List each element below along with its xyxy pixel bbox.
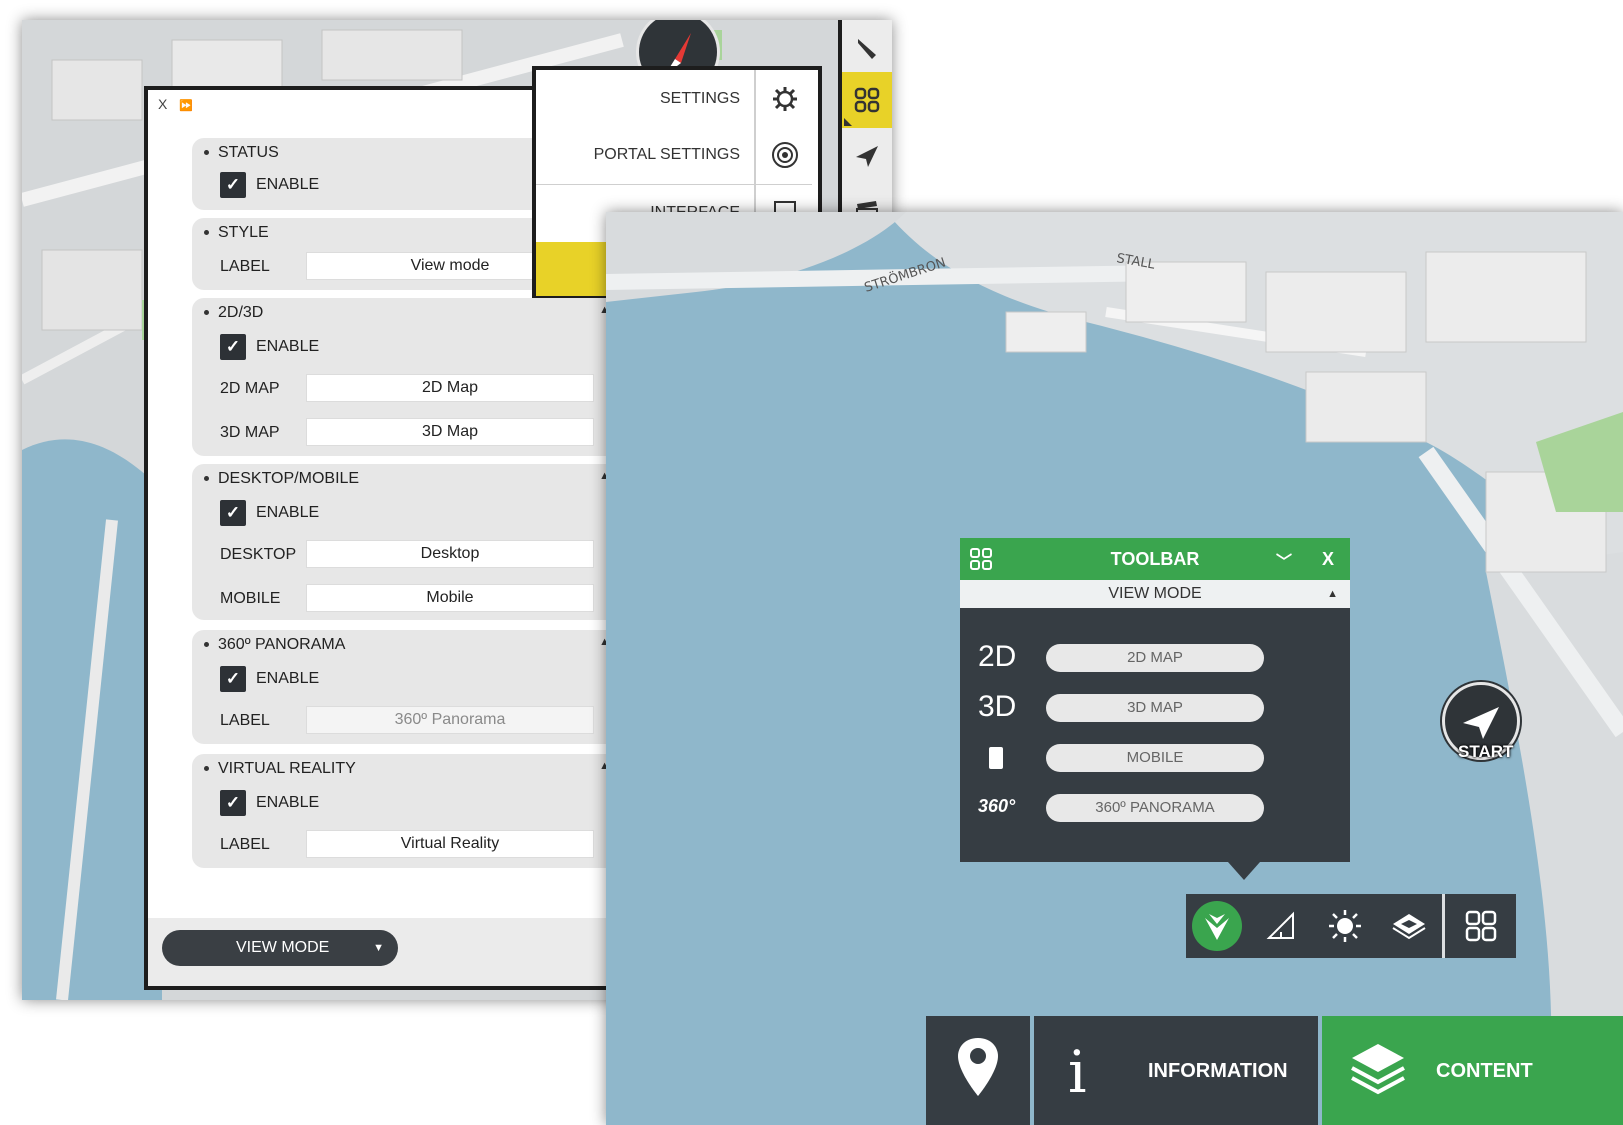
content-button[interactable]: CONTENT — [1322, 1016, 1623, 1125]
field-label: DESKTOP — [220, 546, 297, 563]
field-label: LABEL — [220, 836, 270, 853]
desktop-mobile-enable-checkbox[interactable]: ✓ — [220, 500, 246, 526]
field-label: LABEL — [220, 712, 270, 729]
send-icon[interactable] — [842, 128, 892, 184]
popover-notch — [1228, 862, 1260, 880]
checkbox-label: ENABLE — [256, 794, 320, 811]
target-icon[interactable] — [758, 128, 812, 182]
section-2d3d: 2D/3D ▲ ✓ ENABLE 2D MAP 2D Map 3D MAP 3D… — [192, 298, 622, 456]
2d3d-enable-checkbox[interactable]: ✓ — [220, 334, 246, 360]
location-button[interactable] — [926, 1016, 1030, 1125]
dropdown-arrow-icon: ▼ — [373, 942, 384, 954]
information-button[interactable]: i INFORMATION — [1034, 1016, 1318, 1125]
content-label: CONTENT — [1436, 1060, 1533, 1082]
menu-item-portal-settings[interactable]: PORTAL SETTINGS — [536, 128, 754, 182]
mobile-field[interactable]: Mobile — [306, 584, 594, 612]
view-mode-icon[interactable] — [1186, 894, 1248, 958]
checkbox-label: ENABLE — [256, 338, 320, 355]
right-screenshot: STRÖMBRON STALL START TOOLBAR ﹀ X VIEW M… — [606, 212, 1623, 1125]
collapse-icon[interactable]: ⏩ — [179, 100, 197, 112]
grid-icon[interactable] — [1450, 894, 1512, 958]
section-title: DESKTOP/MOBILE — [204, 470, 359, 488]
section-title: VIRTUAL REALITY — [204, 760, 356, 778]
360-icon: 360° — [978, 796, 1016, 816]
gear-icon[interactable] — [758, 72, 812, 126]
toolbar-body: 2D 2D MAP 3D 3D MAP MOBILE 360° 360º PAN… — [960, 608, 1350, 862]
info-icon: i — [1068, 1038, 1087, 1106]
toolbar-header: TOOLBAR ﹀ X — [960, 538, 1350, 580]
section-title: STYLE — [204, 224, 269, 242]
status-enable-checkbox[interactable]: ✓ — [220, 172, 246, 198]
toolbar-window: TOOLBAR ﹀ X VIEW MODE ▲ 2D 2D MAP 3D 3D … — [960, 538, 1350, 880]
view-mode-label: VIEW MODE — [236, 939, 330, 956]
3d-map-button[interactable]: 3D MAP — [1046, 694, 1264, 722]
field-label: MOBILE — [220, 590, 281, 607]
pen-icon[interactable] — [842, 20, 892, 76]
field-label: LABEL — [220, 258, 270, 275]
measure-icon[interactable] — [1250, 894, 1312, 958]
vr-label-field[interactable]: Virtual Reality — [306, 830, 594, 858]
section-vr: VIRTUAL REALITY ▲ ✓ ENABLE LABEL Virtual… — [192, 754, 622, 868]
menu-item-settings[interactable]: SETTINGS — [536, 72, 754, 126]
minimize-button[interactable]: ﹀ — [1276, 548, 1292, 572]
2d-icon: 2D — [978, 640, 1017, 673]
2d-map-field[interactable]: 2D Map — [306, 374, 594, 402]
grid-icon[interactable] — [842, 72, 892, 128]
field-label: 2D MAP — [220, 380, 280, 397]
mobile-button[interactable]: MOBILE — [1046, 744, 1264, 772]
vr-enable-checkbox[interactable]: ✓ — [220, 790, 246, 816]
location-pin-icon — [958, 1038, 998, 1096]
start-label: START — [1458, 742, 1514, 761]
bottom-bar: i INFORMATION CONTENT — [926, 1016, 1623, 1125]
view-mode-dropdown[interactable]: VIEW MODE ▼ — [162, 930, 398, 966]
desktop-field[interactable]: Desktop — [306, 540, 594, 568]
mobile-icon — [988, 744, 1042, 778]
close-button[interactable]: X — [1322, 549, 1334, 570]
section-title: 360º PANORAMA — [204, 636, 345, 654]
section-title: 2D/3D — [204, 304, 263, 322]
panorama-enable-checkbox[interactable]: ✓ — [220, 666, 246, 692]
section-panorama: 360º PANORAMA ▲ ✓ ENABLE LABEL 360º Pano… — [192, 630, 622, 744]
section-desktop-mobile: DESKTOP/MOBILE ▲ ✓ ENABLE DESKTOP Deskto… — [192, 464, 622, 620]
sun-icon[interactable] — [1314, 894, 1376, 958]
3d-map-field[interactable]: 3D Map — [306, 418, 594, 446]
field-label: 3D MAP — [220, 424, 280, 441]
collapse-caret-icon[interactable]: ▲ — [1327, 580, 1338, 608]
bottom-toolbar — [1186, 894, 1516, 958]
2d-map-button[interactable]: 2D MAP — [1046, 644, 1264, 672]
checkbox-label: ENABLE — [256, 670, 320, 687]
checkbox-label: ENABLE — [256, 176, 320, 193]
section-title: STATUS — [204, 144, 279, 162]
panorama-button[interactable]: 360º PANORAMA — [1046, 794, 1264, 822]
3d-icon: 3D — [978, 690, 1017, 723]
layers-icon — [1351, 1044, 1405, 1095]
view-mode-subtitle: VIEW MODE — [1108, 585, 1202, 602]
toolbar-subtitle[interactable]: VIEW MODE ▲ — [960, 580, 1350, 608]
checkbox-label: ENABLE — [256, 504, 320, 521]
close-button[interactable]: X — [158, 96, 171, 112]
layers-3d-icon[interactable] — [1378, 894, 1440, 958]
panorama-label-field[interactable]: 360º Panorama — [306, 706, 594, 734]
information-label: INFORMATION — [1148, 1060, 1288, 1082]
